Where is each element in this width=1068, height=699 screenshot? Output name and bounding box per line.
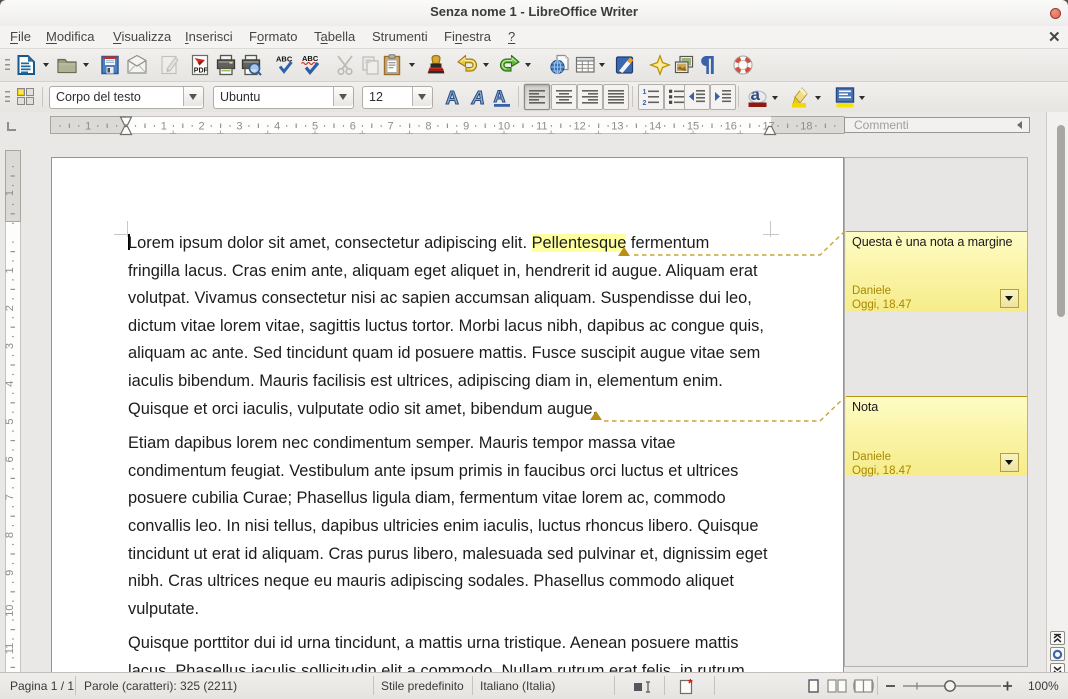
svg-text:11: 11 xyxy=(536,121,547,133)
svg-text:12: 12 xyxy=(573,121,585,133)
svg-text:2: 2 xyxy=(4,305,16,311)
svg-text:7: 7 xyxy=(4,494,16,500)
svg-text:9: 9 xyxy=(4,570,16,576)
svg-text:6: 6 xyxy=(4,456,16,462)
svg-text:A: A xyxy=(494,88,506,106)
svg-text:18: 18 xyxy=(800,121,812,133)
svg-text:13: 13 xyxy=(611,121,623,133)
svg-text:1: 1 xyxy=(85,121,91,133)
svg-text:11: 11 xyxy=(4,643,16,654)
svg-text:3: 3 xyxy=(236,121,242,133)
svg-text:10: 10 xyxy=(4,604,16,616)
svg-text:1: 1 xyxy=(161,121,167,133)
svg-text:8: 8 xyxy=(4,532,16,538)
svg-text:5: 5 xyxy=(4,419,16,425)
svg-text:8: 8 xyxy=(425,121,431,133)
svg-text:2: 2 xyxy=(199,121,205,133)
svg-text:4: 4 xyxy=(4,381,16,387)
svg-text:A: A xyxy=(446,87,459,108)
svg-text:14: 14 xyxy=(649,121,661,133)
svg-text:6: 6 xyxy=(350,121,356,133)
svg-text:ABC: ABC xyxy=(302,54,319,63)
svg-text:9: 9 xyxy=(463,121,469,133)
svg-text:2: 2 xyxy=(643,100,647,107)
svg-text:*: * xyxy=(688,679,693,691)
svg-text:7: 7 xyxy=(388,121,394,133)
svg-text:1: 1 xyxy=(4,267,16,273)
svg-text:16: 16 xyxy=(725,121,737,133)
svg-text:1: 1 xyxy=(4,190,16,196)
svg-text:PDF: PDF xyxy=(194,67,209,74)
svg-text:1: 1 xyxy=(643,89,647,96)
svg-text:A: A xyxy=(471,87,485,108)
svg-text:4: 4 xyxy=(274,121,280,133)
svg-text:3: 3 xyxy=(4,343,16,349)
